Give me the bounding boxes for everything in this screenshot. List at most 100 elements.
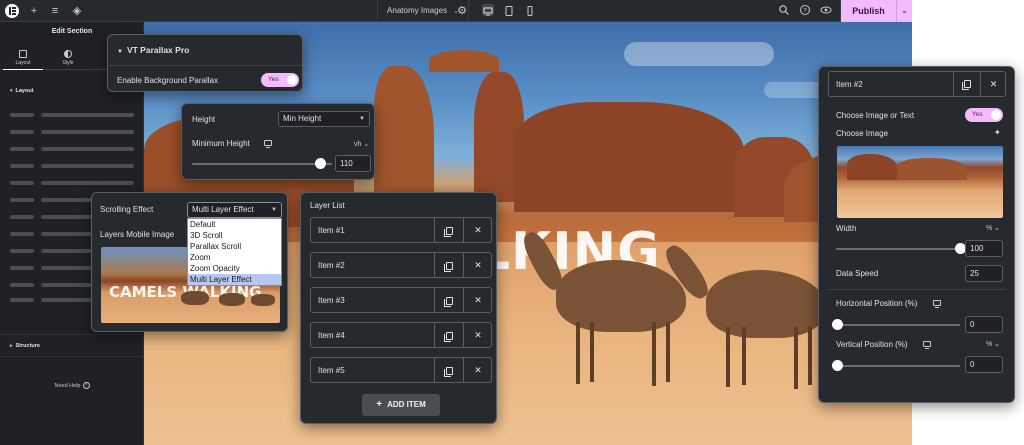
close-icon[interactable]: ✕ xyxy=(463,323,492,347)
scrolling-effect-select[interactable]: Multi Layer Effect ▼ xyxy=(187,202,282,218)
close-icon[interactable]: ✕ xyxy=(980,72,1006,96)
data-speed-input[interactable]: 25 xyxy=(965,265,1003,282)
min-height-slider-knob[interactable] xyxy=(315,158,327,169)
desktop-responsive-icon[interactable] xyxy=(933,300,941,308)
close-icon[interactable]: ✕ xyxy=(463,253,492,277)
duplicate-icon[interactable] xyxy=(434,218,463,242)
min-height-slider-track[interactable] xyxy=(192,163,332,165)
toggle-knob xyxy=(287,75,297,85)
height-settings-panel: Height Min Height ▼ Minimum Height vh ⌄ 1… xyxy=(181,103,375,180)
divider xyxy=(828,289,1006,290)
camel-leg xyxy=(742,327,746,385)
scrolling-effect-label: Scrolling Effect xyxy=(100,205,154,214)
style-icon xyxy=(64,50,72,58)
height-label: Height xyxy=(192,115,216,124)
need-help-link[interactable]: Need Help? xyxy=(0,382,144,389)
duplicate-icon[interactable] xyxy=(434,253,463,277)
height-select[interactable]: Min Height ▼ xyxy=(278,111,370,127)
unit-value: vh xyxy=(354,141,362,148)
section-structure-header[interactable]: ▸ Structure xyxy=(10,343,40,349)
close-icon[interactable]: ✕ xyxy=(463,288,492,312)
choose-image-or-text-label: Choose Image or Text xyxy=(836,111,915,120)
placeholder-control xyxy=(41,164,134,168)
rock-formation xyxy=(897,158,967,180)
duplicate-icon[interactable] xyxy=(434,358,463,382)
width-slider-knob[interactable] xyxy=(954,243,966,254)
placeholder-label xyxy=(10,249,34,253)
vertical-position-input[interactable]: 0 xyxy=(965,356,1003,373)
plus-icon[interactable]: + xyxy=(27,4,41,18)
divider xyxy=(0,356,144,357)
width-unit-selector[interactable]: % ⌄ xyxy=(986,224,1000,232)
layer-item-label: Item #3 xyxy=(318,296,345,305)
chosen-image-preview[interactable] xyxy=(837,146,1003,218)
layers-mobile-image-label: Layers Mobile Image xyxy=(100,230,175,239)
placeholder-label xyxy=(10,266,34,270)
desktop-responsive-icon[interactable] xyxy=(264,140,272,148)
eye-icon[interactable] xyxy=(819,4,833,18)
camel xyxy=(251,294,275,306)
vertical-position-slider-track[interactable] xyxy=(836,365,960,367)
page-title: Anatomy Images xyxy=(387,6,448,15)
mobile-icon[interactable] xyxy=(524,4,536,16)
add-item-button[interactable]: + ADD ITEM xyxy=(362,394,440,416)
placeholder-control xyxy=(41,130,134,134)
svg-text:?: ? xyxy=(803,8,807,14)
vpos-unit-value: % xyxy=(986,341,993,348)
unit-selector[interactable]: vh ⌄ xyxy=(354,140,369,148)
duplicate-icon[interactable] xyxy=(434,288,463,312)
item-title: Item #2 xyxy=(836,80,863,89)
width-input[interactable]: 100 xyxy=(965,240,1003,257)
divider xyxy=(108,65,302,66)
elementor-logo-icon[interactable] xyxy=(5,4,19,18)
layer-item[interactable]: Item #1 ✕ xyxy=(310,217,492,243)
section-layout-header[interactable]: ▾ Layout xyxy=(10,88,34,94)
caret-down-icon: ▼ xyxy=(359,116,365,122)
option-multi-layer-effect[interactable]: Multi Layer Effect xyxy=(188,274,281,285)
tablet-icon[interactable] xyxy=(503,4,515,16)
rock-arch-top xyxy=(429,50,499,72)
layers-icon[interactable]: ◈ xyxy=(70,4,84,18)
tab-layout[interactable]: Layout xyxy=(3,50,43,70)
item-settings-panel: Item #2 ✕ Choose Image or Text Yes Choos… xyxy=(818,66,1015,403)
enable-parallax-toggle[interactable]: Yes xyxy=(261,73,299,87)
duplicate-icon[interactable] xyxy=(953,72,980,96)
camel xyxy=(181,291,209,305)
option-zoom[interactable]: Zoom xyxy=(188,252,281,263)
camel xyxy=(219,293,245,306)
section-layout-label: Layout xyxy=(15,88,34,94)
horizontal-position-slider-knob[interactable] xyxy=(832,319,843,330)
desktop-icon[interactable] xyxy=(482,4,494,16)
help-icon[interactable]: ? xyxy=(798,4,812,18)
layer-item[interactable]: Item #3 ✕ xyxy=(310,287,492,313)
option-default[interactable]: Default xyxy=(188,219,281,230)
layer-item[interactable]: Item #4 ✕ xyxy=(310,322,492,348)
close-icon[interactable]: ✕ xyxy=(463,218,492,242)
tab-style[interactable]: Style xyxy=(48,50,88,66)
option-3d-scroll[interactable]: 3D Scroll xyxy=(188,230,281,241)
layer-list-title: Layer List xyxy=(310,201,345,210)
option-zoom-opacity[interactable]: Zoom Opacity xyxy=(188,263,281,274)
placeholder-control xyxy=(41,147,134,151)
close-icon[interactable]: ✕ xyxy=(463,358,492,382)
choose-image-label: Choose Image xyxy=(836,129,889,138)
sliders-icon[interactable]: ≡ xyxy=(48,4,62,18)
vpos-unit-selector[interactable]: % ⌄ xyxy=(986,340,1000,348)
width-slider-track[interactable] xyxy=(836,248,960,250)
search-icon[interactable] xyxy=(777,4,791,18)
gear-icon[interactable]: ⚙ xyxy=(455,4,469,18)
ai-sparkle-icon[interactable]: ✦ xyxy=(994,128,1001,137)
horizontal-position-input[interactable]: 0 xyxy=(965,316,1003,333)
layer-item[interactable]: Item #2 ✕ xyxy=(310,252,492,278)
option-parallax-scroll[interactable]: Parallax Scroll xyxy=(188,241,281,252)
duplicate-icon[interactable] xyxy=(434,323,463,347)
publish-options-chevron-icon[interactable]: ⌄ xyxy=(896,0,912,22)
horizontal-position-slider-track[interactable] xyxy=(836,324,960,326)
vertical-position-slider-knob[interactable] xyxy=(832,360,843,371)
min-height-input[interactable]: 110 xyxy=(335,155,371,172)
layer-item[interactable]: Item #5 ✕ xyxy=(310,357,492,383)
width-unit-value: % xyxy=(986,225,993,232)
desktop-responsive-icon[interactable] xyxy=(923,341,931,349)
choose-image-or-text-toggle[interactable]: Yes xyxy=(965,108,1003,122)
publish-button[interactable]: Publish xyxy=(840,0,896,22)
